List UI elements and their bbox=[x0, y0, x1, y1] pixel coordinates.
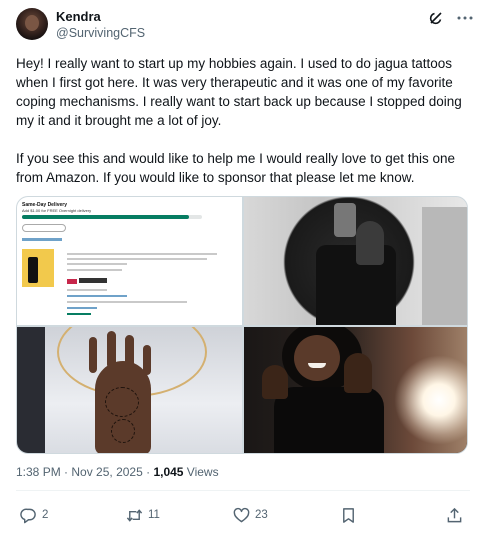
repost-icon bbox=[126, 508, 143, 522]
amazon-text-line bbox=[67, 269, 122, 271]
photo-finger bbox=[143, 345, 151, 375]
repost-count: 11 bbox=[148, 509, 160, 521]
share-icon bbox=[447, 507, 462, 522]
amazon-text-line bbox=[67, 301, 187, 303]
photo-henna-pattern bbox=[105, 387, 139, 417]
amazon-text-line bbox=[67, 313, 91, 315]
tweet-text: Hey! I really want to start up my hobbie… bbox=[16, 54, 472, 187]
avatar[interactable] bbox=[16, 8, 48, 40]
amazon-text-line bbox=[67, 307, 97, 309]
media-image-mirror-selfie[interactable] bbox=[244, 197, 467, 325]
photo-background bbox=[422, 207, 467, 325]
more-icon[interactable] bbox=[456, 10, 474, 26]
like-count: 23 bbox=[255, 509, 268, 521]
handle[interactable]: @SurvivingCFS bbox=[56, 25, 145, 41]
amazon-button bbox=[22, 224, 66, 232]
like-button[interactable]: 23 bbox=[233, 506, 268, 524]
photo-background bbox=[17, 327, 45, 453]
media-grid: Same-Day Delivery Add $1.00 for FREE Ove… bbox=[16, 196, 468, 454]
amazon-link bbox=[22, 238, 62, 241]
photo-finger bbox=[89, 337, 97, 373]
amazon-progress-bar bbox=[22, 215, 202, 219]
divider bbox=[16, 490, 470, 491]
amazon-text-line bbox=[67, 295, 127, 297]
amazon-price bbox=[79, 278, 107, 283]
photo-hand bbox=[262, 365, 288, 399]
amazon-progress-fill bbox=[22, 215, 190, 219]
meta-separator: · bbox=[60, 465, 72, 479]
display-name[interactable]: Kendra bbox=[56, 9, 145, 25]
photo-finger bbox=[125, 335, 134, 369]
share-button[interactable] bbox=[446, 506, 463, 524]
action-bar: 2 11 23 bbox=[0, 500, 486, 530]
grok-icon[interactable] bbox=[428, 10, 444, 26]
tweet-time[interactable]: 1:38 PM bbox=[16, 465, 61, 479]
tweet-paragraph: Hey! I really want to start up my hobbie… bbox=[16, 56, 462, 128]
photo-phone bbox=[334, 203, 356, 237]
amazon-delivery-subtitle: Add $1.00 for FREE Overnight delivery bbox=[22, 208, 92, 213]
photo-henna-pattern bbox=[111, 419, 135, 443]
amazon-deal-tag bbox=[67, 279, 77, 284]
views-count: 1,045 bbox=[153, 465, 184, 479]
photo-hand bbox=[344, 353, 372, 393]
amazon-product-image bbox=[22, 249, 54, 287]
meta-separator: · bbox=[142, 465, 154, 479]
reply-count: 2 bbox=[42, 509, 49, 521]
tweet: Kendra @SurvivingCFS Hey! I really want … bbox=[0, 0, 486, 542]
author-names: Kendra @SurvivingCFS bbox=[56, 9, 145, 41]
media-image-henna-hand[interactable] bbox=[17, 327, 242, 453]
photo-body bbox=[274, 387, 384, 453]
tweet-metadata: 1:38 PM · Nov 25, 2025 · 1,045 Views bbox=[16, 464, 219, 480]
media-image-smiling-selfie[interactable] bbox=[244, 327, 467, 453]
amazon-text-line bbox=[67, 253, 217, 255]
photo-smile bbox=[308, 363, 326, 368]
amazon-text-line bbox=[67, 263, 127, 265]
tweet-date[interactable]: Nov 25, 2025 bbox=[71, 465, 142, 479]
amazon-text-line bbox=[67, 289, 107, 291]
repost-button[interactable]: 11 bbox=[126, 506, 160, 524]
views-label: Views bbox=[183, 465, 219, 479]
bookmark-button[interactable] bbox=[340, 506, 357, 524]
media-image-amazon-screenshot[interactable]: Same-Day Delivery Add $1.00 for FREE Ove… bbox=[17, 197, 242, 325]
photo-finger bbox=[107, 331, 116, 369]
reply-icon bbox=[20, 508, 36, 523]
tweet-paragraph: If you see this and would like to help m… bbox=[16, 151, 456, 185]
tweet-header: Kendra @SurvivingCFS bbox=[16, 8, 474, 48]
photo-face bbox=[294, 335, 340, 381]
reply-button[interactable]: 2 bbox=[20, 506, 48, 524]
photo-hand bbox=[356, 221, 384, 265]
bookmark-icon bbox=[343, 507, 354, 523]
amazon-text-line bbox=[67, 258, 207, 260]
like-icon bbox=[233, 507, 250, 522]
